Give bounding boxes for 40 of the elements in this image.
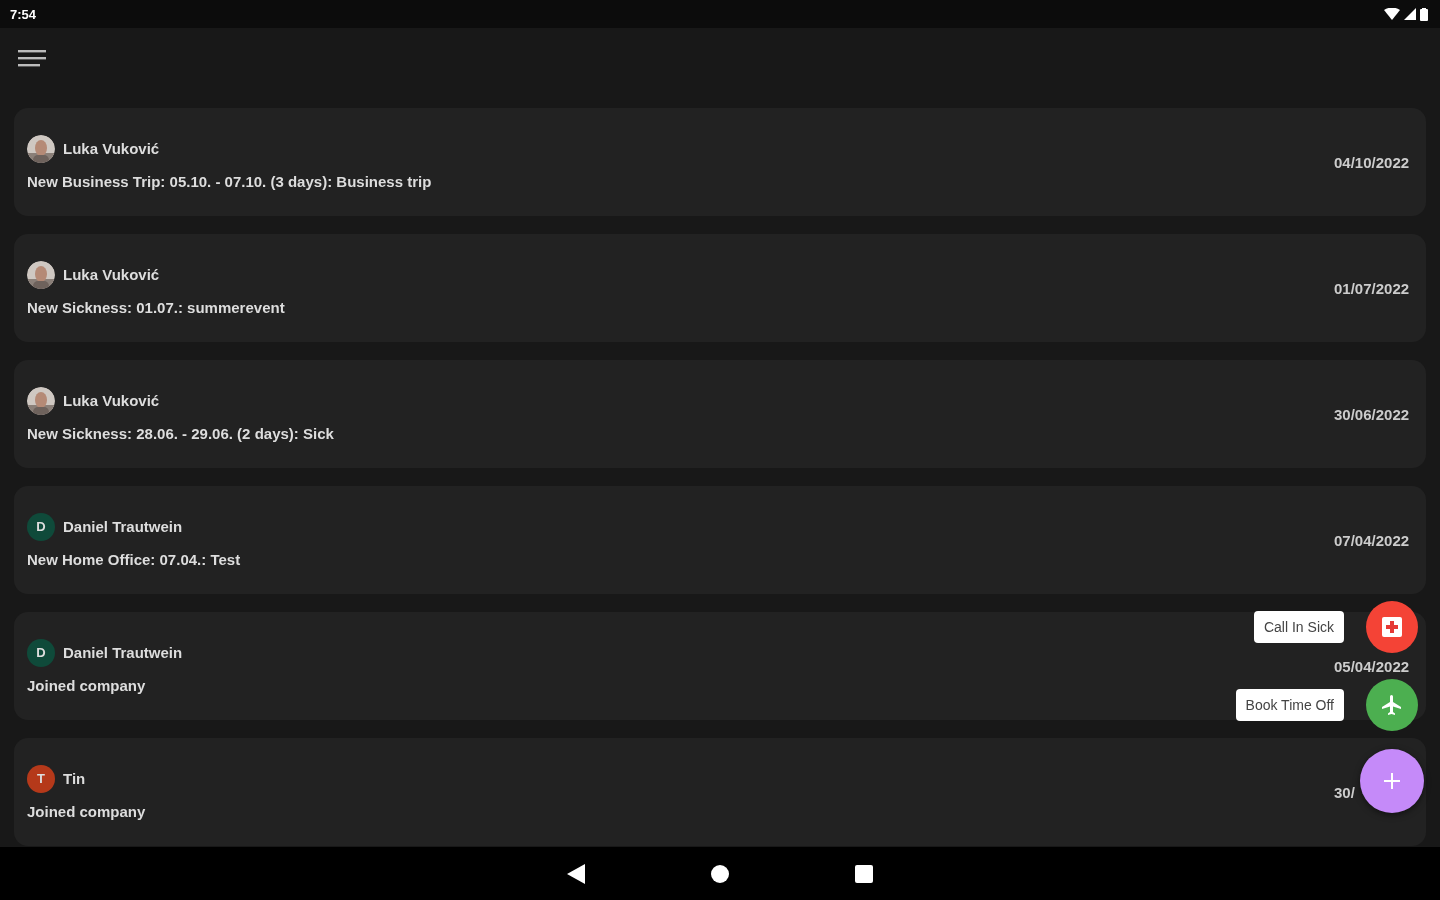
event-date: 07/04/2022 [1334, 531, 1411, 549]
battery-icon [1420, 7, 1428, 21]
user-name: Luka Vuković [63, 266, 160, 283]
recents-icon[interactable] [855, 864, 873, 883]
feed-card[interactable]: T Tin Joined company 30/ [14, 738, 1426, 846]
event-date: 30/ [1334, 783, 1356, 801]
user-name: Daniel Trautwein [63, 644, 183, 661]
event-description: New Sickness: 28.06. - 29.06. (2 days): Sick [27, 424, 334, 442]
action-label[interactable]: Book Time Off [1235, 689, 1344, 721]
event-date: 01/07/2022 [1334, 279, 1411, 297]
event-date: 05/04/2022 [1334, 657, 1411, 675]
event-description: Joined company [27, 676, 147, 694]
action-button[interactable] [1366, 601, 1418, 653]
avatar: D [27, 512, 55, 541]
event-description: New Business Trip: 05.10. - 07.10. (3 days): Business trip [27, 172, 432, 190]
back-icon[interactable] [567, 863, 585, 884]
menu-icon[interactable] [18, 49, 46, 69]
feed-card[interactable]: Luka Vuković New Sickness: 01.07.: summerevent 01/07/2022 [14, 234, 1426, 342]
event-description: New Home Office: 07.04.: Test [27, 550, 241, 568]
user-name: Luka Vuković [63, 392, 160, 409]
feed-card[interactable]: Luka Vuković New Sickness: 28.06. - 29.06. (2 days): Sick 30/06/2022 [14, 360, 1426, 468]
home-icon[interactable] [711, 864, 729, 883]
feed-card[interactable]: D Daniel Trautwein New Home Office: 07.04.: Test 07/04/2022 [14, 486, 1426, 594]
avatar: D [27, 638, 55, 667]
user-name: Daniel Trautwein [63, 518, 183, 535]
event-date: 04/10/2022 [1334, 153, 1411, 171]
signal-icon [1404, 8, 1416, 20]
airplane-icon [1380, 693, 1404, 717]
avatar: T [27, 764, 55, 793]
action-label[interactable]: Call In Sick [1253, 611, 1344, 643]
wifi-icon [1384, 8, 1400, 20]
status-time: 7:54 [10, 6, 37, 22]
user-name: Luka Vuković [63, 140, 160, 157]
event-description: New Sickness: 01.07.: summerevent [27, 298, 285, 316]
feed-card[interactable]: Luka Vuković New Business Trip: 05.10. - 07.10. (3 days): Business trip 04/10/2022 [14, 108, 1426, 216]
event-description: Joined company [27, 802, 146, 820]
event-date: 30/06/2022 [1334, 405, 1411, 423]
plus-icon [1384, 773, 1400, 789]
first-aid-icon [1382, 617, 1402, 637]
user-name: Tin [63, 770, 86, 787]
